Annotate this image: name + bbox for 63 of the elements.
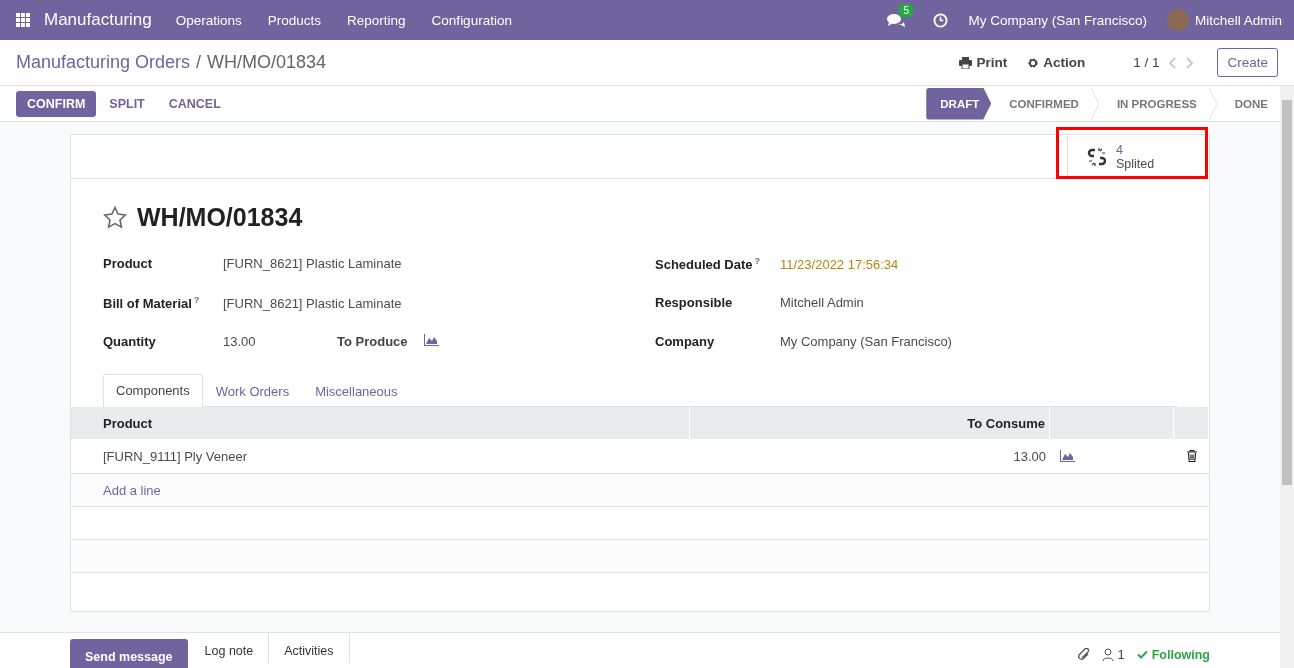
broken-link-icon <box>1086 145 1108 168</box>
smart-button-label: Splited <box>1116 156 1155 171</box>
trash-icon[interactable] <box>1186 450 1197 462</box>
add-line-link[interactable]: Add a line <box>103 482 161 498</box>
tab[interactable]: Miscellaneous <box>302 375 411 407</box>
field-value[interactable]: Mitchell Admin <box>780 295 864 310</box>
help-marker[interactable]: ? <box>193 295 200 305</box>
print-button[interactable]: Print <box>959 55 1008 70</box>
following-button[interactable]: Following <box>1136 647 1210 662</box>
field-label: Product <box>103 256 154 271</box>
scrollbar[interactable] <box>1280 86 1294 668</box>
field-value[interactable]: 11/23/2022 17:56:34 <box>780 257 899 273</box>
create-button[interactable]: Create <box>1217 48 1278 77</box>
field-value[interactable]: [FURN_8621] Plastic Laminate <box>223 256 402 271</box>
field-label: Bill of Material$^{?}$ <box>103 295 201 312</box>
field-value[interactable]: [FURN_8621] Plastic Laminate <box>223 296 402 312</box>
app-grid-icon[interactable] <box>16 13 30 27</box>
area-chart-icon[interactable] <box>1060 450 1075 462</box>
activities-button[interactable]: Activities <box>269 633 350 663</box>
confirm-button[interactable]: CONFIRM <box>16 90 97 117</box>
menu-item[interactable]: Products <box>267 12 322 28</box>
breadcrumb-current: WH/MO/01834 <box>207 52 327 73</box>
action-button[interactable]: Action <box>1027 55 1086 70</box>
gear-icon <box>1027 56 1040 69</box>
action-link[interactable]: CANCEL <box>157 90 232 117</box>
field-value[interactable]: My Company (San Francisco) <box>780 334 952 349</box>
field-value[interactable]: 13.00 <box>223 334 337 349</box>
pager-value: 1 / 1 <box>1133 55 1160 70</box>
menu-item[interactable]: Operations <box>175 12 242 28</box>
smart-button-count: 4 <box>1116 142 1124 157</box>
star-icon[interactable] <box>103 206 127 229</box>
action-link[interactable]: SPLIT <box>98 90 156 117</box>
field-label: To Produce <box>337 334 408 349</box>
menu-item[interactable]: Reporting <box>347 12 406 28</box>
field-label: Company <box>655 334 716 349</box>
send-message-button[interactable]: Send message <box>70 639 188 668</box>
menu-item[interactable]: Configuration <box>431 12 512 28</box>
area-chart-icon[interactable] <box>423 334 439 346</box>
company-switcher[interactable]: My Company (San Francisco) <box>968 12 1147 28</box>
user-menu[interactable]: Mitchell Admin <box>1194 12 1282 28</box>
paperclip-icon[interactable] <box>1078 648 1091 661</box>
tab[interactable]: Work Orders <box>202 375 303 407</box>
person-icon[interactable] <box>1102 648 1115 661</box>
tab[interactable]: Components <box>103 374 203 407</box>
clock-icon[interactable] <box>933 12 949 28</box>
breadcrumb-separator: / <box>196 52 202 73</box>
table-cell-text: [FURN_9111] Ply Veneer <box>102 448 249 464</box>
field-label: Scheduled Date$^{?}$ <box>655 256 762 273</box>
scrollbar-thumb[interactable] <box>1282 100 1292 485</box>
notification-badge: 5 <box>899 3 913 17</box>
breadcrumb-link[interactable]: Manufacturing Orders <box>16 52 191 73</box>
log-note-button[interactable]: Log note <box>189 633 270 663</box>
record-title: WH/MO/01834 <box>137 203 303 232</box>
status-stage[interactable]: DRAFT <box>926 87 992 120</box>
help-marker[interactable]: ? <box>754 256 761 266</box>
field-label: Responsible <box>655 295 734 310</box>
check-icon <box>1136 650 1148 659</box>
field-label: Quantity <box>103 334 157 349</box>
app-name[interactable]: Manufacturing <box>44 10 152 30</box>
printer-icon <box>959 56 973 69</box>
follower-count: 1 <box>1117 647 1125 662</box>
table-cell-text: 13.00 <box>1012 448 1047 464</box>
chat-icon[interactable] <box>887 12 906 28</box>
